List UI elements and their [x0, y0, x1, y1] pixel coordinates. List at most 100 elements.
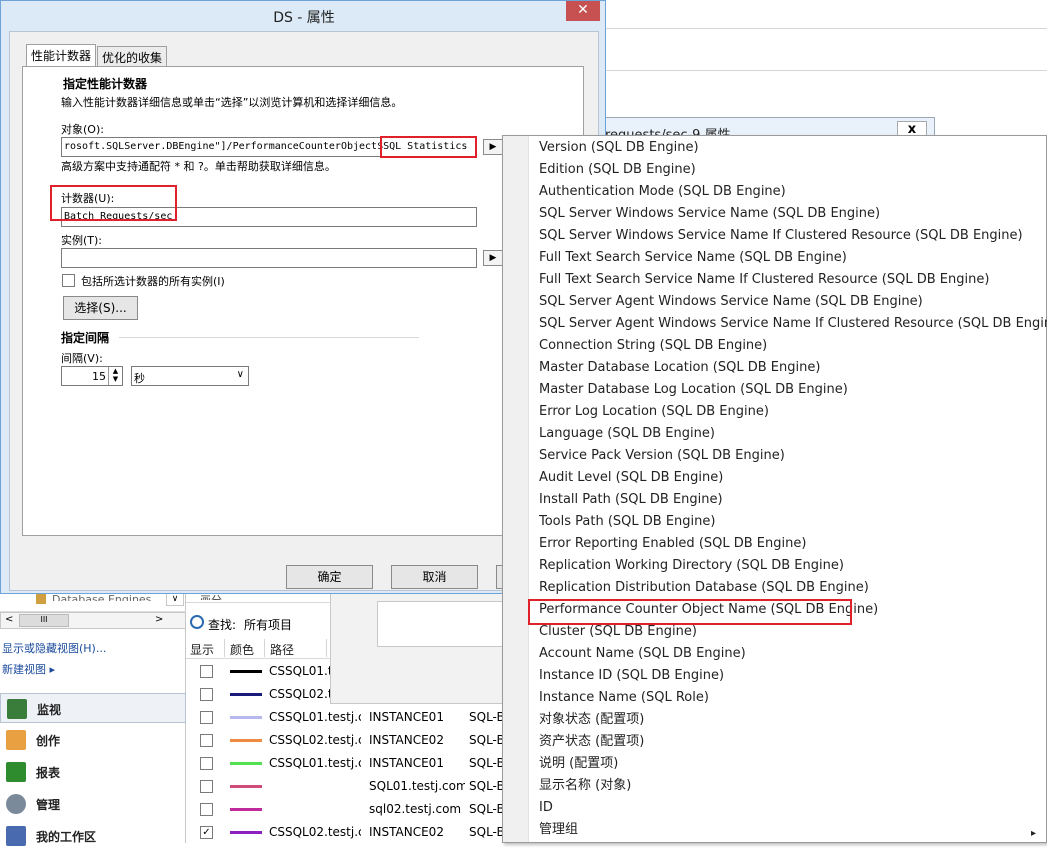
- table-row[interactable]: CSSQL02.testj.c... INSTANCE02 SQL-B: [186, 729, 506, 752]
- select-button[interactable]: 选择(S)...: [63, 296, 138, 320]
- menu-item[interactable]: Edition (SQL DB Engine): [539, 159, 696, 181]
- menu-item[interactable]: ID: [539, 797, 553, 819]
- tree-view-bottom[interactable]: Database Engines ∨: [0, 592, 186, 612]
- reporting-icon: [6, 762, 26, 782]
- preview-area: [377, 601, 507, 647]
- menu-item[interactable]: Master Database Location (SQL DB Engine): [539, 357, 820, 379]
- menu-item[interactable]: Version (SQL DB Engine): [539, 137, 699, 159]
- row-show-checkbox[interactable]: [200, 757, 213, 770]
- preview-panel: [330, 592, 507, 704]
- menu-item[interactable]: Install Path (SQL DB Engine): [539, 489, 723, 511]
- interval-unit-dropdown[interactable]: 秒 ∨: [131, 366, 249, 386]
- object-browse-button[interactable]: ▶: [483, 139, 503, 155]
- menu-item[interactable]: Full Text Search Service Name (SQL DB En…: [539, 247, 847, 269]
- column-color[interactable]: 颜色: [230, 641, 254, 658]
- object-label: 对象(O):: [61, 123, 104, 136]
- workspace-icon: [6, 826, 26, 846]
- spinner-arrows-icon[interactable]: ▲ ▼: [108, 367, 122, 385]
- include-all-instances-checkbox[interactable]: [62, 274, 75, 287]
- wunderbar-reporting[interactable]: 报表: [0, 757, 186, 787]
- new-view-link[interactable]: 新建视图 ▸: [2, 661, 55, 677]
- menu-item[interactable]: SQL Server Windows Service Name If Clust…: [539, 225, 1023, 247]
- row-object: SQL-B: [469, 756, 505, 770]
- menu-item[interactable]: Audit Level (SQL DB Engine): [539, 467, 723, 489]
- menu-item[interactable]: Full Text Search Service Name If Cluster…: [539, 269, 989, 291]
- row-show-checkbox[interactable]: [200, 711, 213, 724]
- menu-item[interactable]: Instance Name (SQL Role): [539, 687, 709, 709]
- table-row[interactable]: SQL01.testj.com SQL-B: [186, 775, 506, 798]
- column-show[interactable]: 显示: [190, 641, 214, 658]
- row-show-checkbox[interactable]: ✓: [200, 826, 213, 839]
- menu-item[interactable]: Replication Working Directory (SQL DB En…: [539, 555, 844, 577]
- row-path: CSSQL01.testj.c...: [269, 710, 361, 724]
- table-row[interactable]: ✓ CSSQL02.testj.c... INSTANCE02 SQL-B: [186, 821, 506, 844]
- menu-item[interactable]: Replication Distribution Database (SQL D…: [539, 577, 869, 599]
- row-show-checkbox[interactable]: [200, 734, 213, 747]
- menu-item[interactable]: Service Pack Version (SQL DB Engine): [539, 445, 785, 467]
- scroll-thumb[interactable]: III: [19, 614, 69, 627]
- search-label: 查找:: [208, 618, 237, 632]
- wunderbar-label: 创作: [36, 734, 61, 748]
- scroll-left-button[interactable]: <: [5, 614, 13, 625]
- interval-unit-value: 秒: [134, 372, 145, 385]
- menu-item[interactable]: Tools Path (SQL DB Engine): [539, 511, 715, 533]
- menu-item[interactable]: Instance ID (SQL DB Engine): [539, 665, 724, 687]
- authoring-pencil-icon: [6, 730, 26, 750]
- search-value[interactable]: 所有项目: [244, 616, 292, 633]
- instance-browse-button[interactable]: ▶: [483, 250, 503, 266]
- wunderbar-monitoring[interactable]: 监视: [0, 693, 186, 723]
- instance-label: 实例(T):: [61, 234, 103, 247]
- menu-item[interactable]: SQL Server Windows Service Name (SQL DB …: [539, 203, 880, 225]
- row-show-checkbox[interactable]: [200, 688, 213, 701]
- menu-item[interactable]: 管理组: [539, 819, 578, 841]
- row-color-swatch: [230, 693, 262, 696]
- tree-item-database-engines[interactable]: Database Engines: [52, 593, 151, 601]
- row-color-swatch: [230, 739, 262, 742]
- menu-item[interactable]: Connection String (SQL DB Engine): [539, 335, 767, 357]
- wunderbar-authoring[interactable]: 创作: [0, 725, 186, 755]
- show-hide-views-link[interactable]: 显示或隐藏视图(H)...: [2, 640, 106, 656]
- interval-spinner[interactable]: 15 ▲ ▼: [61, 366, 123, 386]
- table-row[interactable]: sql02.testj.com SQL-B: [186, 798, 506, 821]
- ok-button[interactable]: 确定: [286, 565, 373, 589]
- console-right-area: [606, 0, 1047, 118]
- cancel-button[interactable]: 取消: [391, 565, 478, 589]
- menu-item[interactable]: Error Reporting Enabled (SQL DB Engine): [539, 533, 806, 555]
- menu-item[interactable]: Account Name (SQL DB Engine): [539, 643, 746, 665]
- row-show-checkbox[interactable]: [200, 665, 213, 678]
- chevron-down-icon[interactable]: ∨: [166, 592, 184, 606]
- tab-performance-counter[interactable]: 性能计数器: [26, 44, 97, 67]
- wunderbar-my-workspace[interactable]: 我的工作区: [0, 821, 186, 851]
- horizontal-scrollbar[interactable]: < III >: [0, 612, 186, 629]
- table-row[interactable]: CSSQL01.testj.c... INSTANCE01 SQL-B: [186, 706, 506, 729]
- instance-input[interactable]: [61, 248, 477, 268]
- menu-item[interactable]: Error Log Location (SQL DB Engine): [539, 401, 769, 423]
- menu-item[interactable]: SQL Server Agent Windows Service Name If…: [539, 313, 1047, 335]
- menu-item[interactable]: 说明 (配置项): [539, 753, 618, 775]
- chevron-right-icon: ▸: [49, 663, 56, 676]
- menu-item[interactable]: 对象状态 (配置项): [539, 709, 644, 731]
- row-object: SQL-B: [469, 825, 505, 839]
- row-path: CSSQL01.testj.c...: [269, 756, 361, 770]
- divider: [606, 28, 1047, 29]
- menu-item[interactable]: 资产状态 (配置项): [539, 731, 644, 753]
- search-icon: [190, 615, 204, 629]
- tab-optimized-collection[interactable]: 优化的收集: [97, 46, 168, 66]
- interval-label: 间隔(V):: [61, 352, 103, 365]
- wunderbar-administration[interactable]: 管理: [0, 789, 186, 819]
- scroll-right-button[interactable]: >: [155, 614, 163, 625]
- close-button[interactable]: ✕: [566, 1, 600, 21]
- row-color-swatch: [230, 670, 262, 673]
- menu-item[interactable]: Authentication Mode (SQL DB Engine): [539, 181, 786, 203]
- table-row[interactable]: CSSQL01.testj.c... INSTANCE01 SQL-B: [186, 752, 506, 775]
- include-all-instances-label: 包括所选计数器的所有实例(I): [81, 275, 225, 288]
- row-show-checkbox[interactable]: [200, 780, 213, 793]
- menu-item[interactable]: Master Database Log Location (SQL DB Eng…: [539, 379, 848, 401]
- database-icon: [36, 594, 46, 604]
- menu-item[interactable]: Language (SQL DB Engine): [539, 423, 715, 445]
- row-show-checkbox[interactable]: [200, 803, 213, 816]
- row-color-swatch: [230, 762, 262, 765]
- menu-item[interactable]: SQL Server Agent Windows Service Name (S…: [539, 291, 923, 313]
- menu-item[interactable]: 显示名称 (对象): [539, 775, 631, 797]
- column-path[interactable]: 路径: [270, 641, 294, 658]
